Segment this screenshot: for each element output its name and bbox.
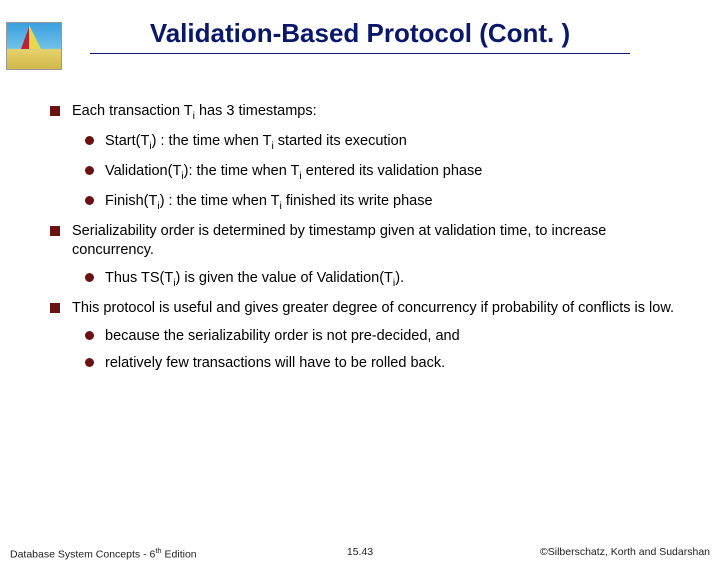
text: started its execution bbox=[274, 133, 407, 149]
footer-page-number: 15.43 bbox=[347, 546, 373, 558]
text: ). bbox=[395, 270, 404, 286]
bullet-level2: Thus TS(Ti) is given the value of Valida… bbox=[85, 269, 680, 291]
corner-photo bbox=[6, 22, 62, 70]
bullet-level2: relatively few transactions will have to… bbox=[85, 354, 680, 374]
text: Database System Concepts - 6 bbox=[10, 549, 155, 561]
bullet-level1: Each transaction Ti has 3 timestamps: bbox=[50, 102, 680, 124]
text: Each transaction T bbox=[72, 103, 193, 119]
text: entered its validation phase bbox=[302, 163, 483, 179]
bullet-level2: Finish(Ti) : the time when Ti finished i… bbox=[85, 192, 680, 214]
text: ) is given the value of Validation(T bbox=[176, 270, 393, 286]
text: ) : the time when T bbox=[152, 133, 272, 149]
bullet-level2: Start(Ti) : the time when Ti started its… bbox=[85, 132, 680, 154]
text: ): the time when T bbox=[184, 163, 300, 179]
title-underline bbox=[90, 53, 630, 54]
text: ) : the time when T bbox=[160, 193, 280, 209]
text: Edition bbox=[162, 549, 197, 561]
sail-icon bbox=[21, 27, 29, 49]
text: Validation(T bbox=[105, 163, 181, 179]
bullet-level2: because the serializability order is not… bbox=[85, 327, 680, 347]
text: finished its write phase bbox=[282, 193, 433, 209]
bullet-level1: This protocol is useful and gives greate… bbox=[50, 299, 680, 319]
text: Start(T bbox=[105, 133, 149, 149]
text: Finish(T bbox=[105, 193, 157, 209]
footer-copyright: ©Silberschatz, Korth and Sudarshan bbox=[540, 546, 710, 558]
slide-body: Each transaction Ti has 3 timestamps: St… bbox=[50, 94, 680, 382]
sail-icon bbox=[29, 25, 41, 49]
slide-title: Validation-Based Protocol (Cont. ) bbox=[0, 14, 720, 49]
text: Thus TS(T bbox=[105, 270, 173, 286]
bullet-level2: Validation(Ti): the time when Ti entered… bbox=[85, 162, 680, 184]
text: has 3 timestamps: bbox=[195, 103, 317, 119]
footer-left: Database System Concepts - 6th Edition bbox=[10, 546, 197, 561]
bullet-level1: Serializability order is determined by t… bbox=[50, 222, 680, 261]
